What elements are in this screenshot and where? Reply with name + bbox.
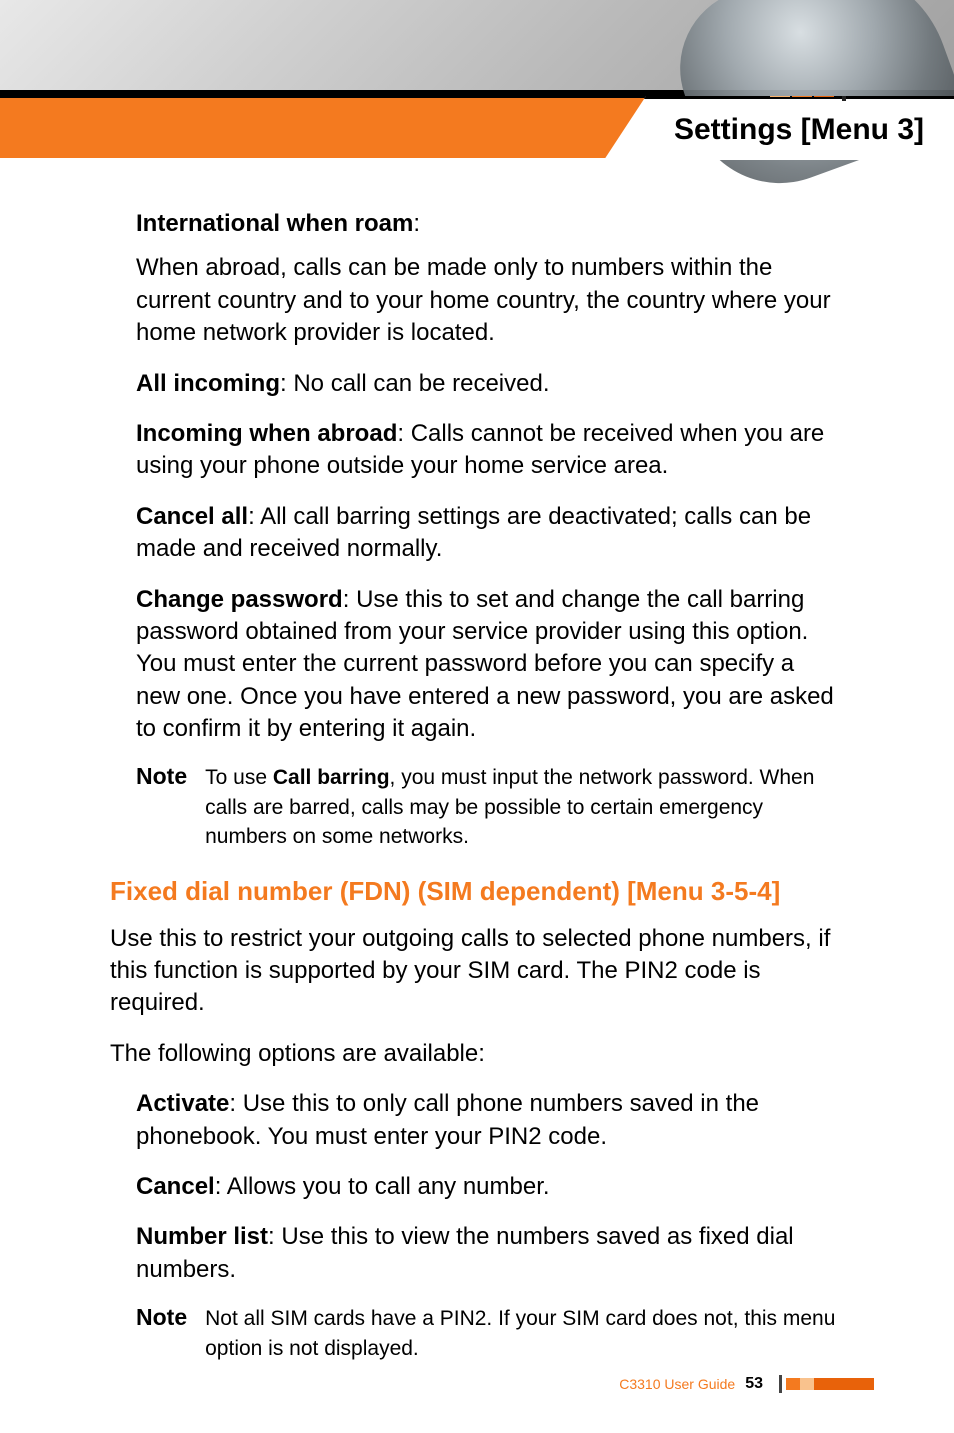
section-title-fdn: Fixed dial number (FDN) (SIM dependent) …: [110, 876, 844, 907]
item-cancel-all: Cancel all: All call barring settings ar…: [110, 501, 844, 566]
footer-accent: [779, 1377, 874, 1391]
content-area: International when roam: When abroad, ca…: [0, 158, 954, 1407]
option-activate: Activate: Use this to only call phone nu…: [110, 1088, 844, 1153]
note-text: To use Call barring, you must input the …: [205, 763, 844, 851]
section-para-1: Use this to restrict your outgoing calls…: [110, 923, 844, 1020]
option-suffix: :: [229, 1090, 242, 1117]
item-suffix: :: [413, 210, 420, 237]
item-label: Change password: [136, 586, 343, 613]
item-label: Incoming when abroad: [136, 420, 397, 447]
footer-guide: C3310 User Guide: [619, 1376, 735, 1392]
section-para-2: The following options are available:: [110, 1038, 844, 1070]
page-title: Settings [Menu 3]: [674, 113, 924, 147]
note-bold: Call barring: [273, 766, 390, 789]
option-suffix: :: [215, 1173, 227, 1200]
option-label: Activate: [136, 1090, 229, 1117]
option-label: Cancel: [136, 1173, 215, 1200]
note-label: Note: [136, 1304, 187, 1363]
item-incoming-when-abroad: Incoming when abroad: Calls cannot be re…: [110, 418, 844, 483]
footer-page-number: 53: [745, 1375, 763, 1393]
page-footer: C3310 User Guide 53: [619, 1375, 874, 1393]
option-label: Number list: [136, 1223, 268, 1250]
item-desc: No call can be received.: [293, 370, 549, 397]
item-international-when-roam: International when roam: When abroad, ca…: [110, 208, 844, 350]
item-desc: When abroad, calls can be made only to n…: [136, 252, 844, 349]
item-suffix: :: [248, 503, 260, 530]
item-label: Cancel all: [136, 503, 248, 530]
option-cancel: Cancel: Allows you to call any number.: [110, 1171, 844, 1203]
note-call-barring: Note To use Call barring, you must input…: [136, 763, 844, 851]
item-all-incoming: All incoming: No call can be received.: [110, 368, 844, 400]
item-suffix: :: [343, 586, 356, 613]
item-label: International when roam: [136, 210, 413, 237]
note-text: Not all SIM cards have a PIN2. If your S…: [205, 1304, 844, 1363]
note-pre: To use: [205, 766, 273, 789]
item-label: All incoming: [136, 370, 280, 397]
item-suffix: :: [280, 370, 293, 397]
orange-header-bar: Settings [Menu 3]: [0, 98, 954, 158]
page-title-tab: Settings [Menu 3]: [604, 96, 954, 160]
note-pin2: Note Not all SIM cards have a PIN2. If y…: [136, 1304, 844, 1363]
option-number-list: Number list: Use this to view the number…: [110, 1221, 844, 1286]
top-banner: [0, 0, 954, 90]
item-suffix: :: [397, 420, 410, 447]
item-change-password: Change password: Use this to set and cha…: [110, 584, 844, 746]
option-suffix: :: [268, 1223, 281, 1250]
option-desc: Allows you to call any number.: [227, 1173, 550, 1200]
note-label: Note: [136, 763, 187, 851]
